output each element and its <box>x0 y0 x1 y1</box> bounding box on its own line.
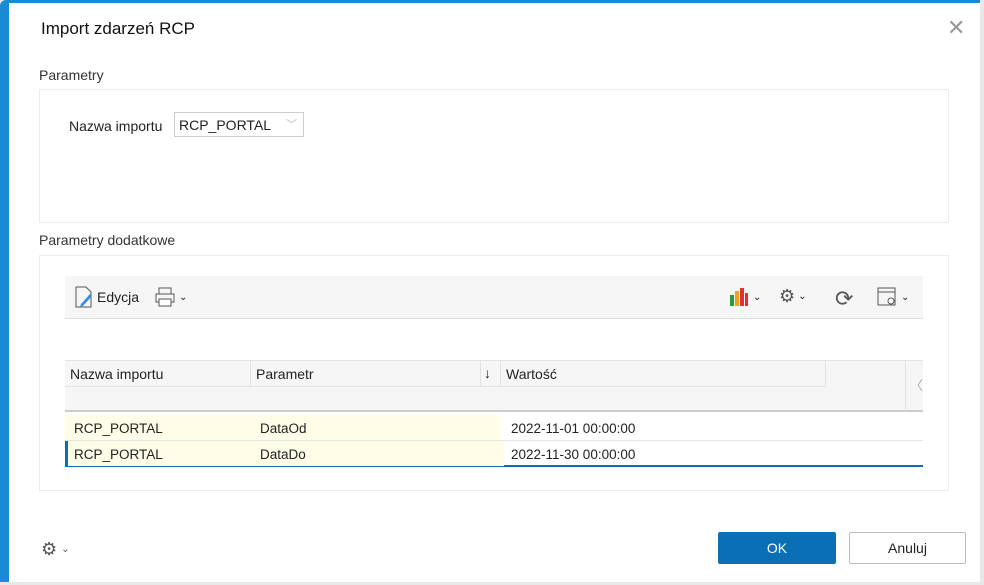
cell-param: DataOd <box>260 421 307 436</box>
chevron-down-icon: ⌄ <box>901 291 910 303</box>
cell-value: 2022-11-01 00:00:00 <box>511 421 636 436</box>
bar-chart-icon <box>730 288 748 306</box>
grid-header: Nazwa importu Parametr ↓ Wartość 〈 <box>65 360 923 412</box>
footer-settings-button[interactable]: ⚙ ⌄ <box>41 539 70 560</box>
parametry-panel: Nazwa importu RCP_PORTAL ﹀ <box>39 89 949 223</box>
cell-name: RCP_PORTAL <box>74 421 163 436</box>
cell-value: 2022-11-30 00:00:00 <box>511 447 636 462</box>
select-value: RCP_PORTAL <box>179 117 272 133</box>
grid-toolbar: Edycja ⌄ ⌄ ⚙ ⌄ ⟳ ⌄ <box>65 276 923 319</box>
cell-param: DataDo <box>260 447 306 462</box>
column-header-wartosc[interactable]: Wartość <box>501 361 826 387</box>
layout-settings-button[interactable]: ⌄ <box>876 286 909 308</box>
chart-button[interactable]: ⌄ <box>728 286 761 308</box>
gears-icon: ⚙ <box>41 539 58 559</box>
cancel-button[interactable]: Anuluj <box>849 532 966 564</box>
settings-button[interactable]: ⚙ ⌄ <box>779 286 807 307</box>
chevron-down-icon: ⌄ <box>753 291 762 303</box>
sort-arrow-down-icon[interactable]: ↓ <box>481 361 501 387</box>
dialog-title: Import zdarzeń RCP <box>41 19 195 38</box>
refresh-button[interactable]: ⟳ <box>835 286 853 312</box>
print-button[interactable]: ⌄ <box>154 286 187 308</box>
cell-name: RCP_PORTAL <box>74 447 163 462</box>
gears-icon: ⚙ <box>779 286 796 306</box>
chevron-down-icon: ⌄ <box>61 544 70 555</box>
chevron-left-icon[interactable]: 〈 <box>905 361 927 411</box>
column-header-nazwa[interactable]: Nazwa importu <box>65 361 251 387</box>
ok-button[interactable]: OK <box>718 532 836 564</box>
window-settings-icon <box>877 287 896 306</box>
section-parametry: Parametry <box>39 67 104 83</box>
chevron-down-icon: ⌄ <box>798 291 807 302</box>
nazwa-importu-select[interactable]: RCP_PORTAL ﹀ <box>174 112 304 137</box>
edit-document-icon <box>75 286 92 308</box>
chevron-down-icon: ⌄ <box>179 291 188 303</box>
edit-button[interactable]: Edycja <box>74 286 139 308</box>
refresh-icon: ⟳ <box>835 286 854 311</box>
column-header-parametr[interactable]: Parametr <box>251 361 481 387</box>
table-row[interactable]: RCP_PORTAL DataOd 2022-11-01 00:00:00 <box>65 415 923 441</box>
parametry-dodatkowe-panel: Edycja ⌄ ⌄ ⚙ ⌄ ⟳ ⌄ Nazwa importu Paramet… <box>39 255 949 491</box>
edit-label: Edycja <box>97 289 140 305</box>
dialog-window: Import zdarzeń RCP ✕ Parametry Nazwa imp… <box>0 0 980 582</box>
chevron-down-icon: ﹀ <box>286 119 297 131</box>
table-row-selected[interactable]: RCP_PORTAL DataDo 2022-11-30 00:00:00 <box>65 441 923 467</box>
nazwa-importu-label: Nazwa importu <box>69 118 163 134</box>
close-icon[interactable]: ✕ <box>947 15 965 41</box>
section-parametry-dodatkowe: Parametry dodatkowe <box>39 232 176 248</box>
printer-icon <box>155 287 175 307</box>
